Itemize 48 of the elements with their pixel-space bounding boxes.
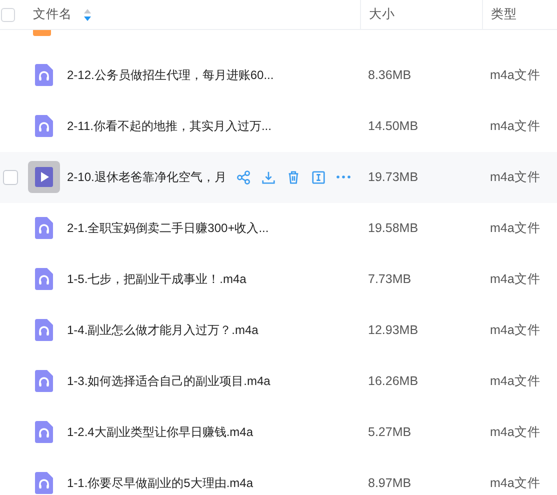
audio-file-icon xyxy=(35,64,53,86)
file-type: m4a文件 xyxy=(490,170,540,184)
file-size: 14.50MB xyxy=(368,119,418,133)
audio-file-icon xyxy=(35,319,53,341)
file-name[interactable]: 2-12.公务员做招生代理，每月进账60... xyxy=(67,66,274,84)
share-icon[interactable] xyxy=(236,170,252,184)
audio-file-icon xyxy=(35,421,53,443)
file-size: 7.73MB xyxy=(368,272,412,286)
file-type: m4a文件 xyxy=(490,272,540,286)
download-icon[interactable] xyxy=(261,170,276,184)
file-type: m4a文件 xyxy=(490,323,540,337)
select-all-checkbox[interactable] xyxy=(1,8,15,22)
file-name[interactable]: 1-3.如何选择适合自己的副业项目.m4a xyxy=(67,372,270,390)
checkbox[interactable] xyxy=(3,170,18,184)
audio-file-icon xyxy=(35,370,53,392)
file-name[interactable]: 1-5.七步，把副业干成事业！.m4a xyxy=(67,270,246,288)
file-name[interactable]: 2-11.你看不起的地推，其实月入过万... xyxy=(67,117,272,135)
file-name[interactable]: 1-4.副业怎么做才能月入过万？.m4a xyxy=(67,321,258,339)
file-type: m4a文件 xyxy=(490,221,540,235)
more-icon[interactable] xyxy=(336,175,352,179)
column-header[interactable]: 文件名 xyxy=(33,5,72,24)
file-name[interactable]: 2-1.全职宝妈倒卖二手日赚300+收入... xyxy=(67,219,269,237)
file-type: m4a文件 xyxy=(490,374,540,388)
file-size: 8.36MB xyxy=(368,68,412,82)
audio-file-icon xyxy=(35,115,53,137)
file-size: 8.97MB xyxy=(368,476,412,490)
image-file-icon xyxy=(33,30,51,36)
file-size: 5.27MB xyxy=(368,425,412,439)
file-size: 19.58MB xyxy=(368,221,418,235)
file-type: m4a文件 xyxy=(490,476,540,490)
column-header[interactable]: 类型 xyxy=(491,5,517,24)
file-type: m4a文件 xyxy=(490,119,540,133)
audio-file-icon xyxy=(35,268,53,290)
file-type: m4a文件 xyxy=(490,68,540,82)
column-header[interactable]: 大小 xyxy=(369,5,395,24)
file-size: 12.93MB xyxy=(368,323,418,337)
audio-file-icon xyxy=(35,217,53,239)
file-name[interactable]: 1-1.你要尽早做副业的5大理由.m4a xyxy=(67,474,254,492)
file-size: 19.73MB xyxy=(368,170,418,184)
audio-file-icon xyxy=(35,472,53,494)
rename-icon[interactable] xyxy=(311,170,326,184)
file-name[interactable]: 1-2.4大副业类型让你早日赚钱.m4a xyxy=(67,423,254,441)
file-name[interactable]: 2-10.退休老爸靠净化空气，月 xyxy=(67,168,226,186)
file-type: m4a文件 xyxy=(490,425,540,439)
sort-icon[interactable] xyxy=(84,8,91,20)
file-size: 16.26MB xyxy=(368,374,418,388)
file-row[interactable]: 2-10.退休老爸靠净化空气，月 19.73MB m4a文件 xyxy=(0,152,557,203)
video-thumbnail-icon xyxy=(28,161,60,193)
